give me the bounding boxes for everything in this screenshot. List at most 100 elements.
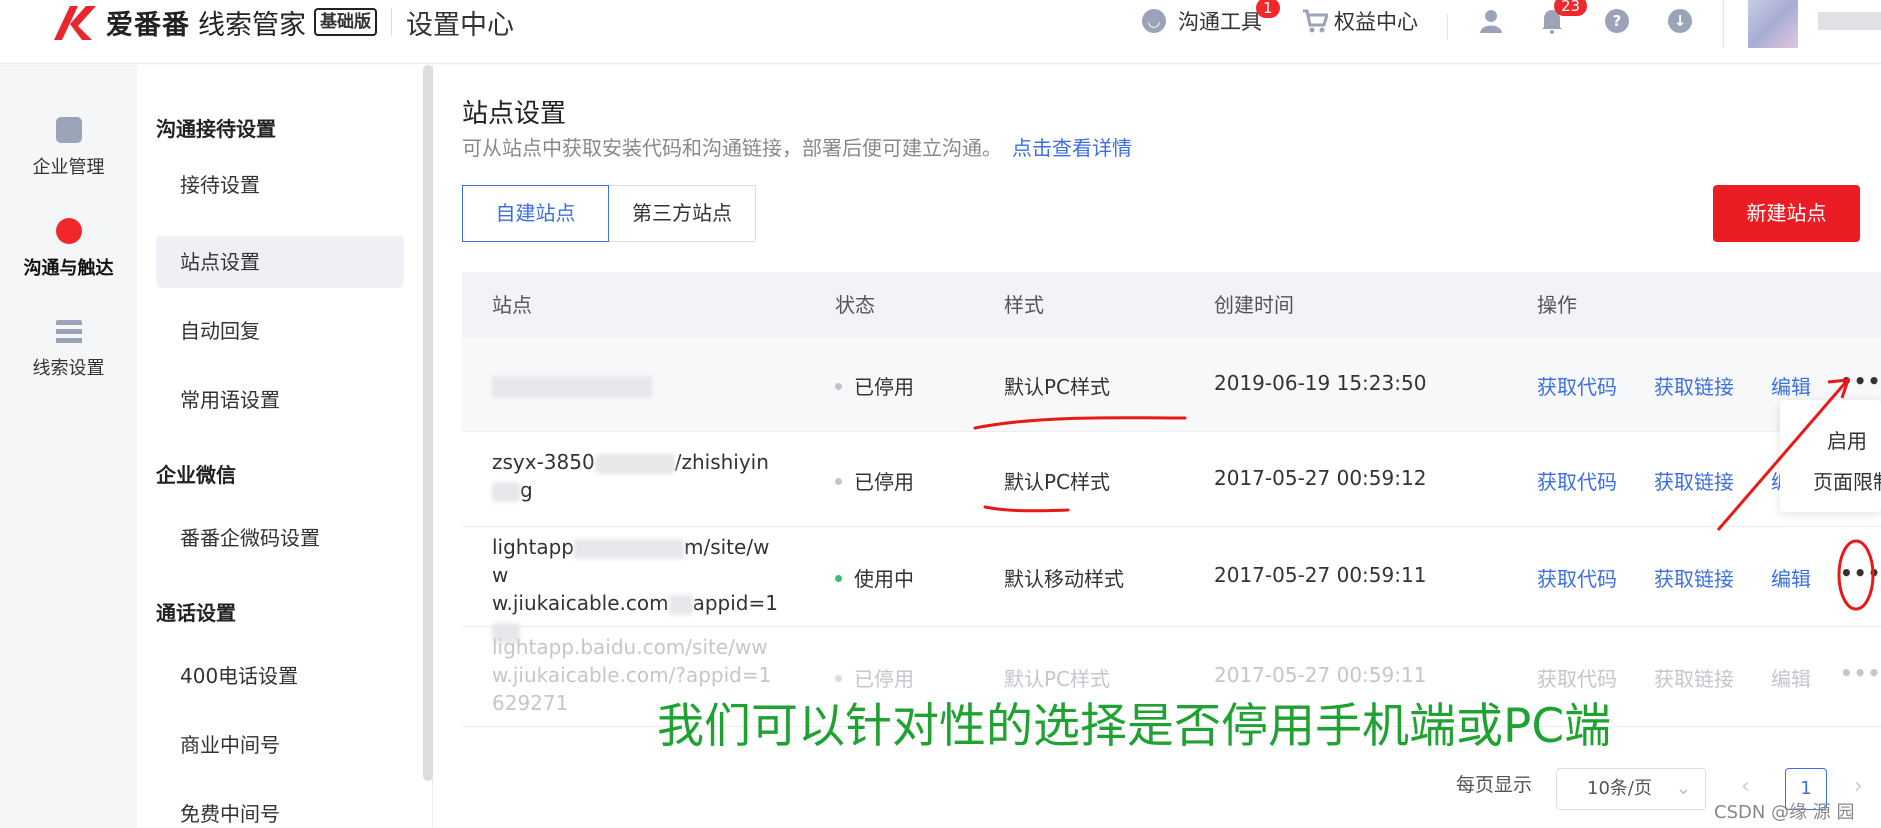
created-cell: 2017-05-27 00:59:12 [1214, 466, 1427, 490]
header-divider [391, 8, 392, 36]
column-header-created: 创建时间 [1214, 293, 1294, 317]
site-url-part: lightapp [492, 535, 574, 559]
submenu-item-400-phone[interactable]: 400电话设置 [156, 650, 404, 702]
table-row[interactable]: 已停用 默认PC样式 2019-06-19 15:23:50 获取代码 获取链接… [462, 338, 1881, 432]
get-code-link[interactable]: 获取代码 [1537, 563, 1617, 592]
brand-suffix: 线索管家 [198, 9, 306, 41]
blurred-site [492, 481, 520, 502]
get-link-link[interactable]: 获取链接 [1654, 663, 1734, 692]
page-title: 站点设置 [462, 99, 567, 129]
more-actions-button[interactable]: ••• [1840, 661, 1881, 685]
blurred-site [594, 453, 675, 474]
section-title: 设置中心 [406, 9, 514, 41]
submenu-item-common-phrases[interactable]: 常用语设置 [156, 374, 404, 426]
table-row[interactable]: lightapp m/site/ww w.jiukaicable.com appid… [462, 527, 1881, 643]
submenu-item-wecom-code[interactable]: 番番企微码设置 [156, 512, 404, 564]
status-cell: 已停用 [835, 466, 914, 495]
submenu-group-title: 沟通接待设置 [156, 117, 276, 141]
description-text: 可从站点中获取安装代码和沟通链接，部署后便可建立沟通。 [462, 136, 1002, 160]
benefits-center-button[interactable]: 权益中心 [1302, 6, 1418, 36]
submenu-item-site-settings[interactable]: 站点设置 [156, 236, 404, 288]
chevron-down-icon: ⌄ [1675, 778, 1691, 799]
site-cell: zsyx-3850/zhishiyin g [492, 448, 782, 504]
submenu-group-title: 通话设置 [156, 601, 236, 625]
column-header-style: 样式 [1004, 293, 1044, 317]
status-dot [835, 575, 842, 582]
blurred-site [668, 594, 693, 615]
download-icon[interactable]: ↓ [1668, 9, 1692, 33]
get-code-link[interactable]: 获取代码 [1537, 371, 1617, 400]
brand-logo-icon [54, 6, 96, 40]
nav-item-label: 线索设置 [32, 358, 105, 379]
edit-link[interactable]: 编辑 [1771, 371, 1811, 400]
edit-link[interactable]: 编辑 [1771, 563, 1811, 592]
site-tabs: 自建站点 第三方站点 [462, 185, 756, 242]
edit-link[interactable]: 编辑 [1771, 663, 1811, 692]
status-dot [835, 383, 842, 390]
site-url-part: g [520, 478, 533, 502]
submenu-item-free-number[interactable]: 免费中间号 [156, 788, 404, 828]
comm-tools-button[interactable]: ◡ 沟通工具 [1142, 6, 1262, 36]
nav-item-communication[interactable]: 沟通与触达 [0, 218, 137, 280]
username-blurred[interactable] [1818, 12, 1881, 30]
table-header: 站点 状态 样式 创建时间 操作 [462, 272, 1881, 338]
style-cell: 默认PC样式 [1004, 667, 1111, 691]
new-site-button[interactable]: 新建站点 [1713, 185, 1860, 242]
status-cell: 已停用 [835, 371, 914, 400]
submenu-item-business-number[interactable]: 商业中间号 [156, 719, 404, 771]
more-actions-dropdown: 启用 页面限制 [1780, 400, 1881, 512]
blurred-site [492, 375, 652, 398]
user-icon[interactable] [1479, 8, 1503, 34]
get-code-link[interactable]: 获取代码 [1537, 466, 1617, 495]
page-size-value: 10条/页 [1587, 778, 1652, 799]
notification-badge: 23 [1554, 0, 1588, 16]
dropdown-item-page-limit[interactable]: 页面限制 [1813, 466, 1881, 495]
folder-icon [55, 117, 82, 143]
get-link-link[interactable]: 获取链接 [1654, 371, 1734, 400]
site-url-part: lightapp.baidu.com/site/ww [492, 635, 768, 659]
site-cell [492, 371, 782, 399]
left-nav: 企业管理 沟通与触达 线索设置 [0, 65, 137, 828]
avatar[interactable] [1748, 0, 1798, 48]
more-actions-button[interactable]: ••• [1840, 561, 1881, 585]
list-bars-icon [55, 320, 82, 344]
status-cell: 使用中 [835, 563, 914, 592]
avatar-divider [1723, 0, 1724, 48]
submenu-scrollbar[interactable] [423, 65, 433, 781]
prev-page-icon[interactable]: ‹ [1741, 774, 1750, 799]
tab-third-party[interactable]: 第三方站点 [609, 185, 756, 242]
tab-self-built[interactable]: 自建站点 [462, 185, 609, 242]
submenu-item-auto-reply[interactable]: 自动回复 [156, 305, 404, 357]
submenu-item-reception[interactable]: 接待设置 [156, 159, 404, 211]
dropdown-item-enable[interactable]: 启用 [1827, 425, 1867, 454]
site-url-part: appid=1 [692, 591, 778, 615]
comm-tools-badge: 1 [1256, 0, 1280, 18]
table-row[interactable]: zsyx-3850/zhishiyin g 已停用 默认PC样式 2017-05… [462, 432, 1881, 527]
created-cell: 2019-06-19 15:23:50 [1214, 371, 1427, 395]
detail-link[interactable]: 点击查看详情 [1012, 136, 1132, 160]
nav-item-enterprise[interactable]: 企业管理 [0, 117, 137, 179]
get-link-link[interactable]: 获取链接 [1654, 563, 1734, 592]
site-url-part: w.jiukaicable.com [492, 591, 669, 615]
help-icon[interactable]: ? [1605, 9, 1629, 33]
benefits-center-label: 权益中心 [1334, 10, 1418, 34]
nav-item-label: 沟通与触达 [23, 258, 114, 279]
page-size-select[interactable]: 10条/页 ⌄ [1556, 768, 1706, 810]
status-text: 已停用 [854, 470, 914, 494]
site-url-part: zsyx-3850 [492, 450, 595, 474]
comm-tools-label: 沟通工具 [1178, 10, 1262, 34]
more-actions-button[interactable]: ••• [1840, 369, 1881, 393]
sub-menu: 沟通接待设置 接待设置 站点设置 自动回复 常用语设置 企业微信 番番企微码设置… [137, 65, 433, 828]
nav-item-leads[interactable]: 线索设置 [0, 320, 137, 380]
get-code-link[interactable]: 获取代码 [1537, 663, 1617, 692]
smile-bubble-icon [55, 218, 82, 244]
logo[interactable]: 爱番番 线索管家 基础版 设置中心 [52, 2, 514, 42]
cart-icon [1303, 9, 1328, 33]
next-page-icon[interactable]: › [1854, 774, 1863, 799]
style-cell: 默认PC样式 [1004, 375, 1111, 399]
page-description: 可从站点中获取安装代码和沟通链接，部署后便可建立沟通。 点击查看详情 [462, 132, 1132, 161]
created-cell: 2017-05-27 00:59:11 [1214, 663, 1427, 687]
edition-badge: 基础版 [314, 8, 377, 36]
status-dot [835, 675, 842, 682]
get-link-link[interactable]: 获取链接 [1654, 466, 1734, 495]
